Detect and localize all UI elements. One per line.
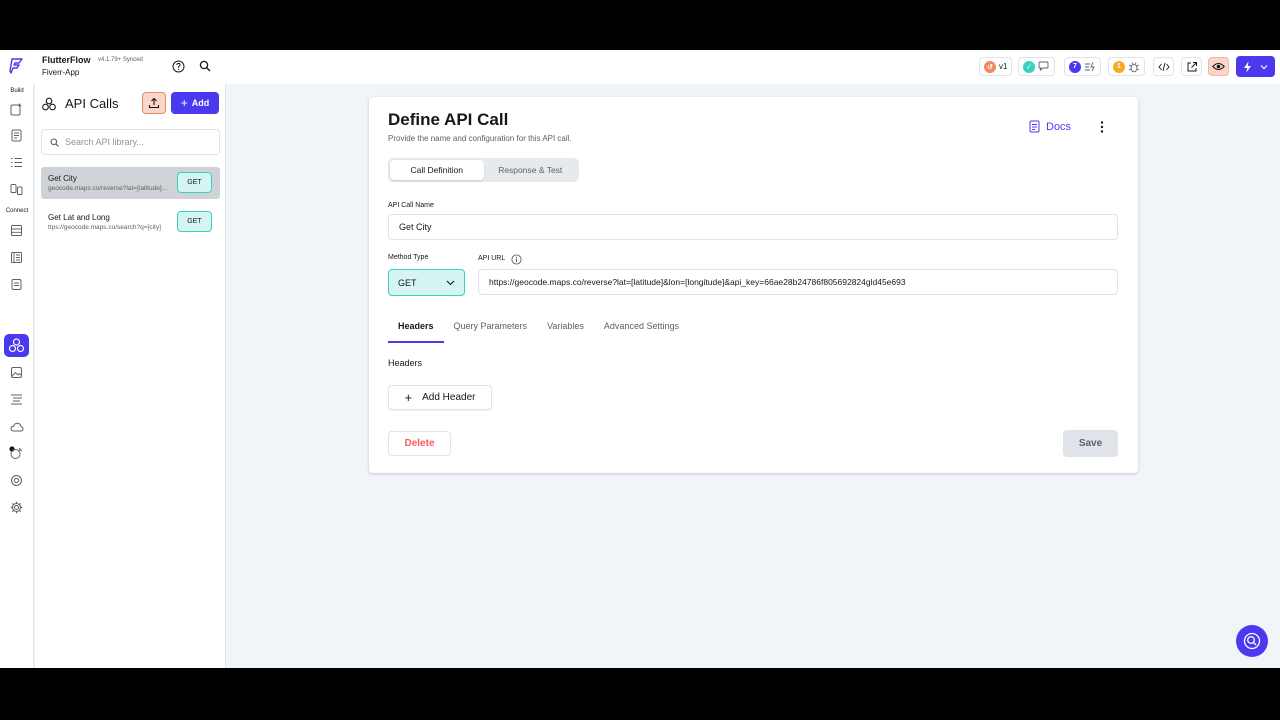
navigation-rail: Build Connect [0, 84, 34, 668]
firestore-icon[interactable] [9, 223, 24, 238]
custom-code-icon[interactable] [9, 392, 24, 407]
api-search-input[interactable] [65, 137, 205, 147]
top-bar: FlutterFlow v4.1.79+ Synced Fiverr-App ↺… [0, 50, 1280, 84]
delete-button[interactable]: Delete [388, 431, 451, 456]
api-call-name-label: API Call Name [388, 202, 434, 209]
app-name: FlutterFlow [42, 55, 91, 65]
docs-link[interactable]: Docs [1029, 120, 1071, 133]
save-button[interactable]: Save [1063, 430, 1118, 457]
flutterflow-logo-icon[interactable] [8, 57, 26, 75]
pages-icon[interactable] [9, 128, 24, 143]
eye-icon [1212, 63, 1225, 70]
upload-icon [148, 97, 160, 109]
api-item-name: Get City [48, 174, 77, 183]
widget-tree-icon[interactable] [9, 155, 24, 170]
tab-variables[interactable]: Variables [537, 319, 594, 343]
collaboration-button[interactable]: ✓ [1018, 57, 1055, 76]
panel-title: API Calls [65, 96, 119, 111]
tab-advanced-settings[interactable]: Advanced Settings [594, 319, 689, 343]
chevron-down-icon[interactable] [1260, 64, 1268, 70]
media-assets-icon[interactable] [9, 365, 24, 380]
method-badge: GET [177, 211, 212, 232]
api-item-url: geocode.maps.co/reverse?lat=[latitude]&l… [48, 185, 170, 192]
data-types-icon[interactable] [9, 250, 24, 265]
tests-icon[interactable] [9, 445, 24, 460]
headers-section-label: Headers [388, 358, 423, 368]
api-list-item-get-city[interactable]: Get City geocode.maps.co/reverse?lat=[la… [41, 167, 220, 199]
tab-call-definition[interactable]: Call Definition [390, 160, 484, 180]
widget-palette-icon[interactable] [9, 102, 24, 117]
info-icon[interactable] [511, 254, 522, 265]
add-button-label: Add [191, 98, 210, 108]
api-list-item-get-lat-and-long[interactable]: Get Lat and Long ttps://geocode.maps.co/… [41, 206, 220, 238]
flash-list-icon [1085, 61, 1095, 72]
more-vert-icon[interactable] [1096, 120, 1108, 134]
api-item-name: Get Lat and Long [48, 213, 110, 222]
storyboard-icon[interactable] [9, 182, 24, 197]
api-calls-panel: API Calls + Add Get City geocode.maps.co… [35, 84, 226, 668]
warnings-count: 1 [1113, 60, 1125, 73]
letterbox-bottom [0, 668, 1280, 720]
connect-section-label: Connect [5, 208, 29, 214]
comments-icon [1038, 61, 1049, 71]
open-external-button[interactable] [1181, 57, 1202, 76]
tab-headers[interactable]: Headers [388, 319, 444, 343]
method-badge: GET [177, 172, 212, 193]
method-type-dropdown[interactable]: GET [388, 269, 465, 296]
version-icon: ↺ [984, 60, 996, 73]
app-state-icon[interactable] [9, 277, 24, 292]
search-icon [50, 137, 59, 147]
plus-icon: + [180, 96, 188, 110]
api-url-field[interactable]: https://geocode.maps.co/reverse?lat=[lat… [478, 269, 1118, 295]
api-item-url: ttps://geocode.maps.co/search?q=[city] [48, 224, 161, 231]
run-button[interactable] [1236, 56, 1275, 77]
help-icon[interactable] [172, 60, 185, 73]
plus-icon: + [404, 390, 413, 405]
page-title: Define API Call [388, 110, 509, 129]
open-in-new-icon [1187, 61, 1197, 71]
warnings-button[interactable]: 1 [1108, 57, 1145, 76]
chevron-down-icon [446, 280, 455, 285]
import-api-button[interactable] [142, 92, 166, 114]
api-network-icon [8, 338, 25, 353]
project-name[interactable]: Fiverr-App [42, 68, 79, 77]
add-header-button[interactable]: + Add Header [388, 385, 492, 410]
add-header-label: Add Header [422, 392, 476, 403]
add-api-call-button[interactable]: + Add [171, 92, 219, 114]
version-badge: v1 [999, 62, 1008, 71]
method-type-value: GET [398, 277, 417, 288]
code-icon [1157, 62, 1170, 71]
cloud-functions-icon[interactable] [9, 419, 24, 434]
support-chat-button[interactable] [1236, 625, 1268, 657]
search-icon[interactable] [199, 60, 211, 72]
define-api-call-card: Define API Call Provide the name and con… [369, 97, 1138, 473]
build-section-label: Build [10, 88, 24, 94]
integrations-icon[interactable] [9, 473, 24, 488]
api-search-field[interactable] [41, 129, 220, 155]
tab-response-test[interactable]: Response & Test [484, 160, 578, 180]
preview-button[interactable] [1208, 57, 1229, 76]
check-circle-icon: ✓ [1023, 60, 1035, 73]
app-version: v4.1.79+ Synced [98, 57, 143, 63]
api-url-label: API URL [478, 255, 506, 262]
api-calls-nav-item[interactable] [4, 334, 29, 357]
settings-gear-icon[interactable] [9, 500, 24, 515]
call-tabs: Call Definition Response & Test [388, 158, 579, 182]
code-view-button[interactable] [1153, 57, 1174, 76]
api-network-icon [42, 97, 56, 111]
app-screen: FlutterFlow v4.1.79+ Synced Fiverr-App ↺… [0, 50, 1280, 668]
version-button[interactable]: ↺ v1 [979, 57, 1013, 76]
api-call-name-field[interactable]: Get City [388, 214, 1118, 240]
document-icon [1029, 120, 1040, 133]
bug-icon [1128, 61, 1140, 72]
issues-button[interactable]: 7 [1064, 57, 1101, 76]
page-subtitle: Provide the name and configuration for t… [388, 134, 572, 143]
lightning-icon [1244, 61, 1251, 72]
method-type-label: Method Type [388, 254, 429, 261]
issues-count: 7 [1069, 60, 1081, 73]
docs-label: Docs [1046, 120, 1072, 133]
definition-sub-tabs: Headers Query Parameters Variables Advan… [388, 319, 689, 343]
search-chat-icon [1243, 632, 1261, 650]
tab-query-parameters[interactable]: Query Parameters [444, 319, 538, 343]
